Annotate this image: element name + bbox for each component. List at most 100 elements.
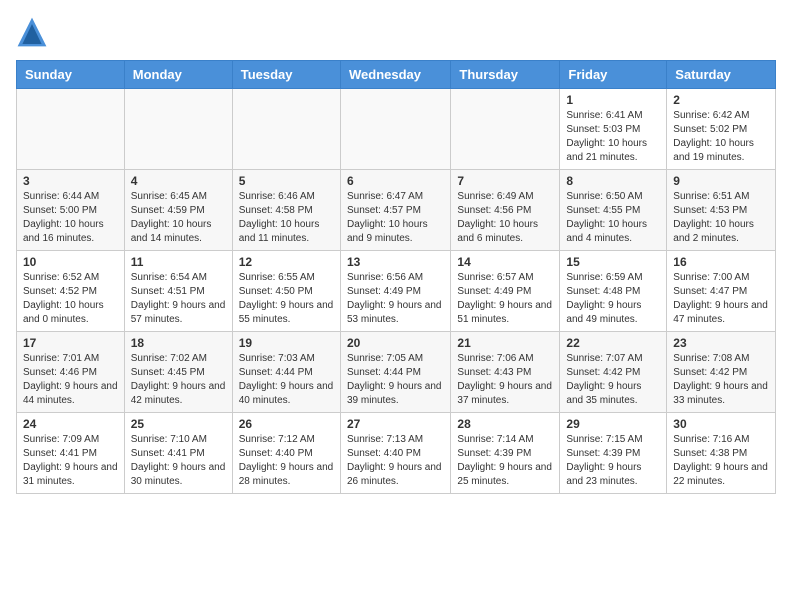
day-number: 30 xyxy=(673,417,769,431)
day-number: 10 xyxy=(23,255,118,269)
weekday-header-row: SundayMondayTuesdayWednesdayThursdayFrid… xyxy=(17,61,776,89)
calendar-cell: 6 Sunrise: 6:47 AM Sunset: 4:57 PM Daylig… xyxy=(340,170,450,251)
day-info: Sunrise: 6:49 AM Sunset: 4:56 PM Dayligh… xyxy=(457,190,553,246)
day-info: Sunrise: 6:50 AM Sunset: 4:55 PM Dayligh… xyxy=(566,190,660,246)
day-info: Sunrise: 7:16 AM Sunset: 4:38 PM Dayligh… xyxy=(673,433,769,489)
day-number: 17 xyxy=(23,336,118,350)
calendar-cell: 22 Sunrise: 7:07 AM Sunset: 4:42 PM Dayli… xyxy=(560,332,667,413)
day-info: Sunrise: 6:54 AM Sunset: 4:51 PM Dayligh… xyxy=(131,271,226,327)
page-header xyxy=(16,16,776,48)
calendar-cell: 9Sunrise: 6:51 AM Sunset: 4:53 PM Daylig… xyxy=(667,170,776,251)
day-info: Sunrise: 6:47 AM Sunset: 4:57 PM Dayligh… xyxy=(347,190,444,246)
weekday-header-tuesday: Tuesday xyxy=(232,61,340,89)
day-number: 24 xyxy=(23,417,118,431)
calendar-cell: 18 Sunrise: 7:02 AM Sunset: 4:45 PM Dayli… xyxy=(124,332,232,413)
calendar-cell: 16 Sunrise: 7:00 AM Sunset: 4:47 PM Dayli… xyxy=(667,251,776,332)
day-number: 26 xyxy=(239,417,334,431)
day-info: Sunrise: 7:14 AM Sunset: 4:39 PM Dayligh… xyxy=(457,433,553,489)
day-info: Sunrise: 6:44 AM Sunset: 5:00 PM Dayligh… xyxy=(23,190,118,246)
day-number: 1 xyxy=(566,93,660,107)
calendar-cell: 19 Sunrise: 7:03 AM Sunset: 4:44 PM Dayli… xyxy=(232,332,340,413)
day-number: 22 xyxy=(566,336,660,350)
logo-icon xyxy=(16,16,48,48)
day-info: Sunrise: 7:13 AM Sunset: 4:40 PM Dayligh… xyxy=(347,433,444,489)
day-info: Sunrise: 7:10 AM Sunset: 4:41 PM Dayligh… xyxy=(131,433,226,489)
logo xyxy=(16,16,52,48)
day-info: Sunrise: 6:57 AM Sunset: 4:49 PM Dayligh… xyxy=(457,271,553,327)
day-info: Sunrise: 6:42 AM Sunset: 5:02 PM Dayligh… xyxy=(673,109,769,165)
calendar-week-3: 10 Sunrise: 6:52 AM Sunset: 4:52 PM Dayli… xyxy=(17,251,776,332)
day-number: 16 xyxy=(673,255,769,269)
calendar-cell: 1 Sunrise: 6:41 AM Sunset: 5:03 PM Daylig… xyxy=(560,89,667,170)
day-number: 19 xyxy=(239,336,334,350)
day-number: 4 xyxy=(131,174,226,188)
day-number: 21 xyxy=(457,336,553,350)
calendar-week-4: 17 Sunrise: 7:01 AM Sunset: 4:46 PM Dayli… xyxy=(17,332,776,413)
calendar-cell: 2 Sunrise: 6:42 AM Sunset: 5:02 PM Daylig… xyxy=(667,89,776,170)
calendar-cell: 30 Sunrise: 7:16 AM Sunset: 4:38 PM Dayli… xyxy=(667,413,776,494)
calendar-cell xyxy=(340,89,450,170)
day-info: Sunrise: 6:46 AM Sunset: 4:58 PM Dayligh… xyxy=(239,190,334,246)
day-number: 2 xyxy=(673,93,769,107)
calendar-cell: 14 Sunrise: 6:57 AM Sunset: 4:49 PM Dayli… xyxy=(451,251,560,332)
calendar-cell: 10 Sunrise: 6:52 AM Sunset: 4:52 PM Dayli… xyxy=(17,251,125,332)
day-number: 18 xyxy=(131,336,226,350)
day-info: Sunrise: 6:41 AM Sunset: 5:03 PM Dayligh… xyxy=(566,109,660,165)
day-number: 5 xyxy=(239,174,334,188)
day-info: Sunrise: 6:52 AM Sunset: 4:52 PM Dayligh… xyxy=(23,271,118,327)
day-number: 12 xyxy=(239,255,334,269)
day-number: 23 xyxy=(673,336,769,350)
weekday-header-wednesday: Wednesday xyxy=(340,61,450,89)
day-info: Sunrise: 7:01 AM Sunset: 4:46 PM Dayligh… xyxy=(23,352,118,408)
day-info: Sunrise: 7:15 AM Sunset: 4:39 PM Dayligh… xyxy=(566,433,660,489)
weekday-header-thursday: Thursday xyxy=(451,61,560,89)
calendar-table: SundayMondayTuesdayWednesdayThursdayFrid… xyxy=(16,60,776,494)
calendar-cell: 21 Sunrise: 7:06 AM Sunset: 4:43 PM Dayli… xyxy=(451,332,560,413)
calendar-cell xyxy=(124,89,232,170)
day-number: 25 xyxy=(131,417,226,431)
day-info: Sunrise: 7:12 AM Sunset: 4:40 PM Dayligh… xyxy=(239,433,334,489)
day-number: 7 xyxy=(457,174,553,188)
calendar-week-1: 1 Sunrise: 6:41 AM Sunset: 5:03 PM Daylig… xyxy=(17,89,776,170)
day-info: Sunrise: 7:05 AM Sunset: 4:44 PM Dayligh… xyxy=(347,352,444,408)
day-number: 28 xyxy=(457,417,553,431)
calendar-cell: 7 Sunrise: 6:49 AM Sunset: 4:56 PM Daylig… xyxy=(451,170,560,251)
day-info: Sunrise: 7:07 AM Sunset: 4:42 PM Dayligh… xyxy=(566,352,660,408)
calendar-cell: 20Sunrise: 7:05 AM Sunset: 4:44 PM Dayli… xyxy=(340,332,450,413)
calendar-cell: 3Sunrise: 6:44 AM Sunset: 5:00 PM Daylig… xyxy=(17,170,125,251)
calendar-cell: 23Sunrise: 7:08 AM Sunset: 4:42 PM Dayli… xyxy=(667,332,776,413)
calendar-cell: 4 Sunrise: 6:45 AM Sunset: 4:59 PM Daylig… xyxy=(124,170,232,251)
day-info: Sunrise: 7:09 AM Sunset: 4:41 PM Dayligh… xyxy=(23,433,118,489)
weekday-header-sunday: Sunday xyxy=(17,61,125,89)
calendar-cell: 27Sunrise: 7:13 AM Sunset: 4:40 PM Dayli… xyxy=(340,413,450,494)
day-info: Sunrise: 7:00 AM Sunset: 4:47 PM Dayligh… xyxy=(673,271,769,327)
calendar-cell: 13 Sunrise: 6:56 AM Sunset: 4:49 PM Dayli… xyxy=(340,251,450,332)
day-number: 6 xyxy=(347,174,444,188)
day-info: Sunrise: 7:02 AM Sunset: 4:45 PM Dayligh… xyxy=(131,352,226,408)
calendar-week-2: 3Sunrise: 6:44 AM Sunset: 5:00 PM Daylig… xyxy=(17,170,776,251)
weekday-header-friday: Friday xyxy=(560,61,667,89)
calendar-cell: 11 Sunrise: 6:54 AM Sunset: 4:51 PM Dayli… xyxy=(124,251,232,332)
calendar-cell: 17 Sunrise: 7:01 AM Sunset: 4:46 PM Dayli… xyxy=(17,332,125,413)
day-number: 13 xyxy=(347,255,444,269)
day-info: Sunrise: 6:45 AM Sunset: 4:59 PM Dayligh… xyxy=(131,190,226,246)
day-info: Sunrise: 7:06 AM Sunset: 4:43 PM Dayligh… xyxy=(457,352,553,408)
day-info: Sunrise: 6:59 AM Sunset: 4:48 PM Dayligh… xyxy=(566,271,660,327)
day-info: Sunrise: 6:56 AM Sunset: 4:49 PM Dayligh… xyxy=(347,271,444,327)
calendar-cell: 12 Sunrise: 6:55 AM Sunset: 4:50 PM Dayli… xyxy=(232,251,340,332)
day-info: Sunrise: 6:55 AM Sunset: 4:50 PM Dayligh… xyxy=(239,271,334,327)
day-info: Sunrise: 7:03 AM Sunset: 4:44 PM Dayligh… xyxy=(239,352,334,408)
calendar-cell: 5 Sunrise: 6:46 AM Sunset: 4:58 PM Daylig… xyxy=(232,170,340,251)
calendar-cell: 24 Sunrise: 7:09 AM Sunset: 4:41 PM Dayli… xyxy=(17,413,125,494)
calendar-cell xyxy=(232,89,340,170)
calendar-cell xyxy=(17,89,125,170)
calendar-cell: 28 Sunrise: 7:14 AM Sunset: 4:39 PM Dayli… xyxy=(451,413,560,494)
calendar-week-5: 24 Sunrise: 7:09 AM Sunset: 4:41 PM Dayli… xyxy=(17,413,776,494)
day-number: 11 xyxy=(131,255,226,269)
day-number: 14 xyxy=(457,255,553,269)
weekday-header-monday: Monday xyxy=(124,61,232,89)
calendar-cell: 25 Sunrise: 7:10 AM Sunset: 4:41 PM Dayli… xyxy=(124,413,232,494)
calendar-cell xyxy=(451,89,560,170)
calendar-cell: 8Sunrise: 6:50 AM Sunset: 4:55 PM Daylig… xyxy=(560,170,667,251)
calendar-cell: 15Sunrise: 6:59 AM Sunset: 4:48 PM Dayli… xyxy=(560,251,667,332)
